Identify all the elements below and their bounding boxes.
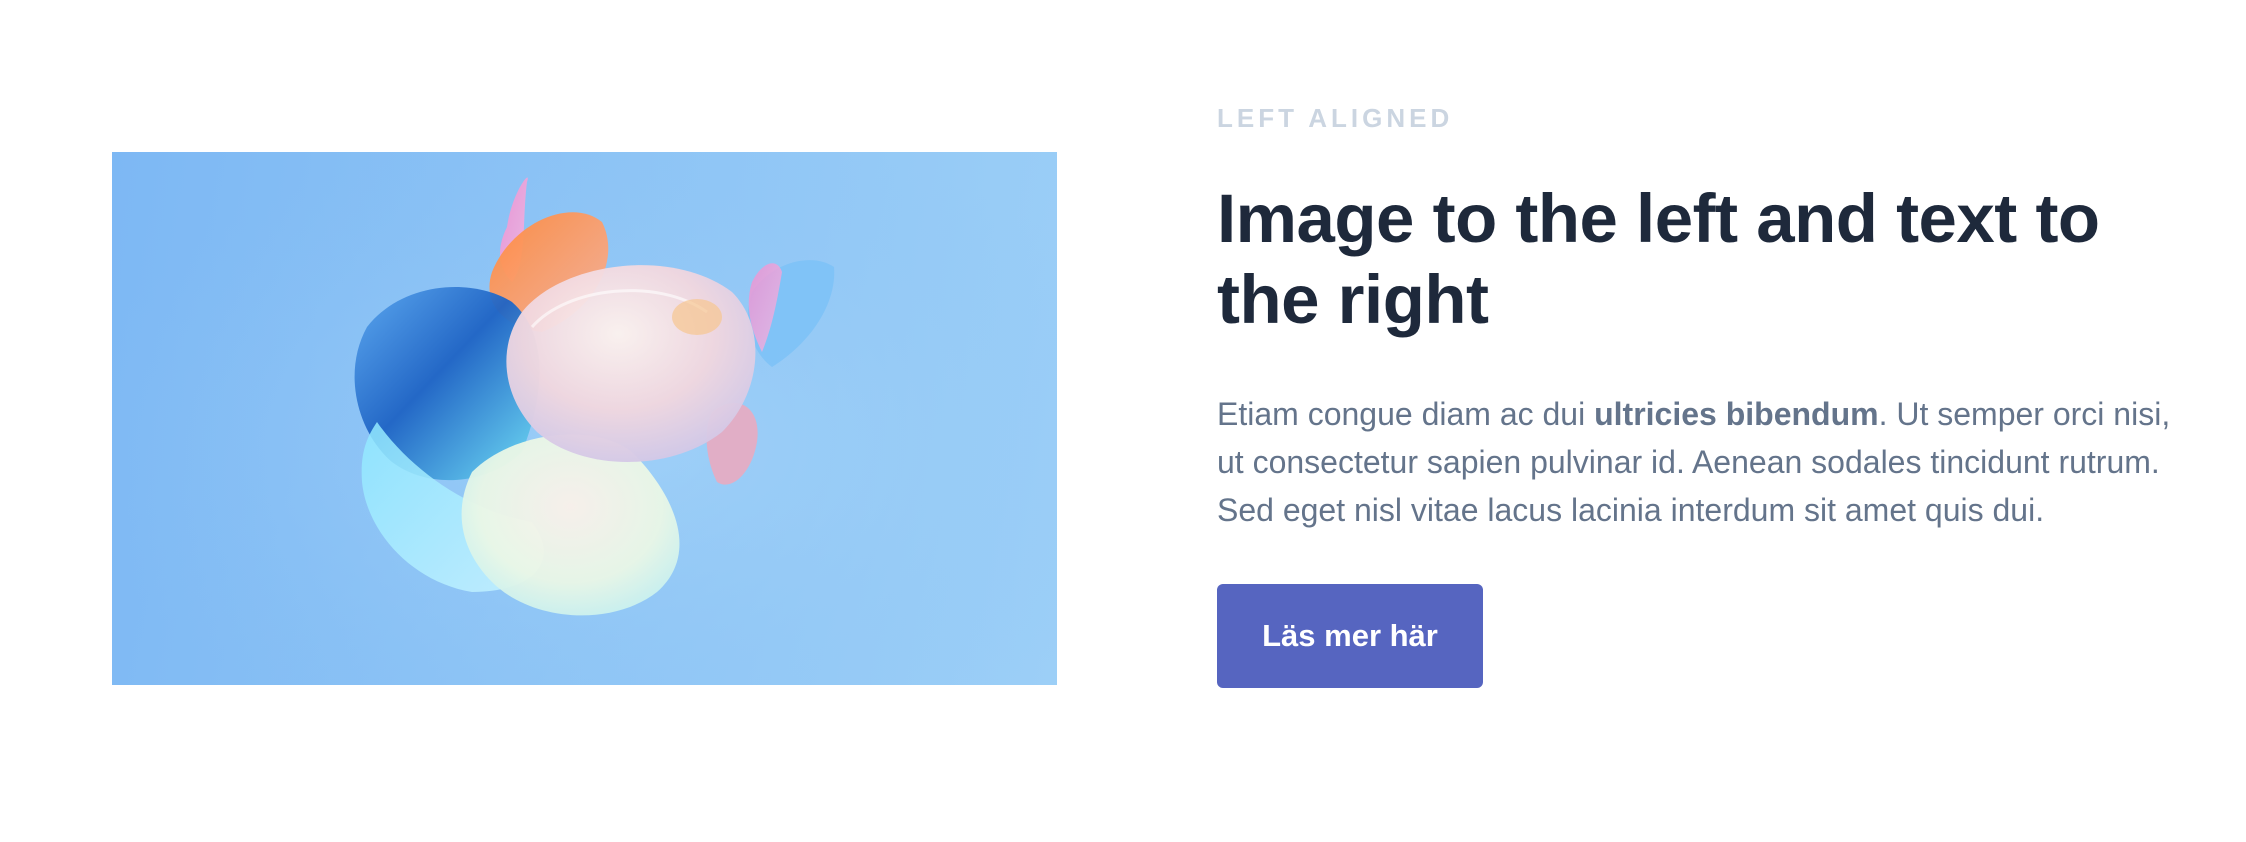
abstract-glass-shape-illustration — [112, 152, 1057, 685]
content-section: LEFT ALIGNED Image to the left and text … — [0, 0, 2246, 842]
hero-image — [112, 152, 1057, 685]
body-text-start: Etiam congue diam ac dui — [1217, 396, 1595, 432]
text-column: LEFT ALIGNED Image to the left and text … — [1217, 100, 2177, 688]
read-more-button[interactable]: Läs mer här — [1217, 584, 1483, 688]
section-heading: Image to the left and text to the right — [1217, 180, 2100, 338]
body-text-bold: ultricies bibendum — [1594, 396, 1879, 432]
body-paragraph: Etiam congue diam ac dui ultricies biben… — [1217, 390, 2177, 534]
eyebrow-label: LEFT ALIGNED — [1217, 103, 1454, 133]
